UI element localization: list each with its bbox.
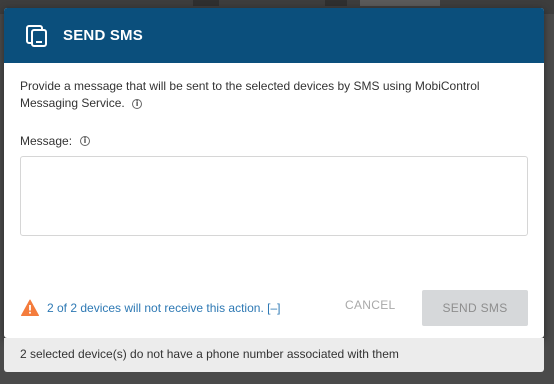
dialog-footer: 2 of 2 devices will not receive this act… [4,290,544,326]
message-label: Message: [20,134,73,148]
background-element [325,0,347,6]
info-icon[interactable]: i [80,136,91,146]
description-text: Provide a message that will be sent to t… [20,79,480,110]
message-input[interactable] [20,156,528,236]
background-element [193,0,219,6]
excluded-devices-toggle[interactable]: 2 of 2 devices will not receive this act… [47,301,280,315]
message-label-row: Message: i [20,134,528,148]
warning-icon [21,299,39,317]
notice-text: 2 selected device(s) do not have a phone… [20,347,399,361]
send-sms-icon [24,23,50,49]
info-icon[interactable]: i [132,98,143,109]
dialog-header: SEND SMS [4,8,544,63]
send-sms-dialog: SEND SMS Provide a message that will be … [4,8,544,338]
no-phone-number-notice: 2 selected device(s) do not have a phone… [4,338,544,372]
send-sms-button[interactable]: SEND SMS [422,290,528,326]
cancel-button[interactable]: CANCEL [345,298,395,312]
dialog-title: SEND SMS [63,27,143,44]
dialog-description: Provide a message that will be sent to t… [20,78,490,112]
dialog-body: Provide a message that will be sent to t… [4,63,544,241]
background-element [360,0,440,6]
